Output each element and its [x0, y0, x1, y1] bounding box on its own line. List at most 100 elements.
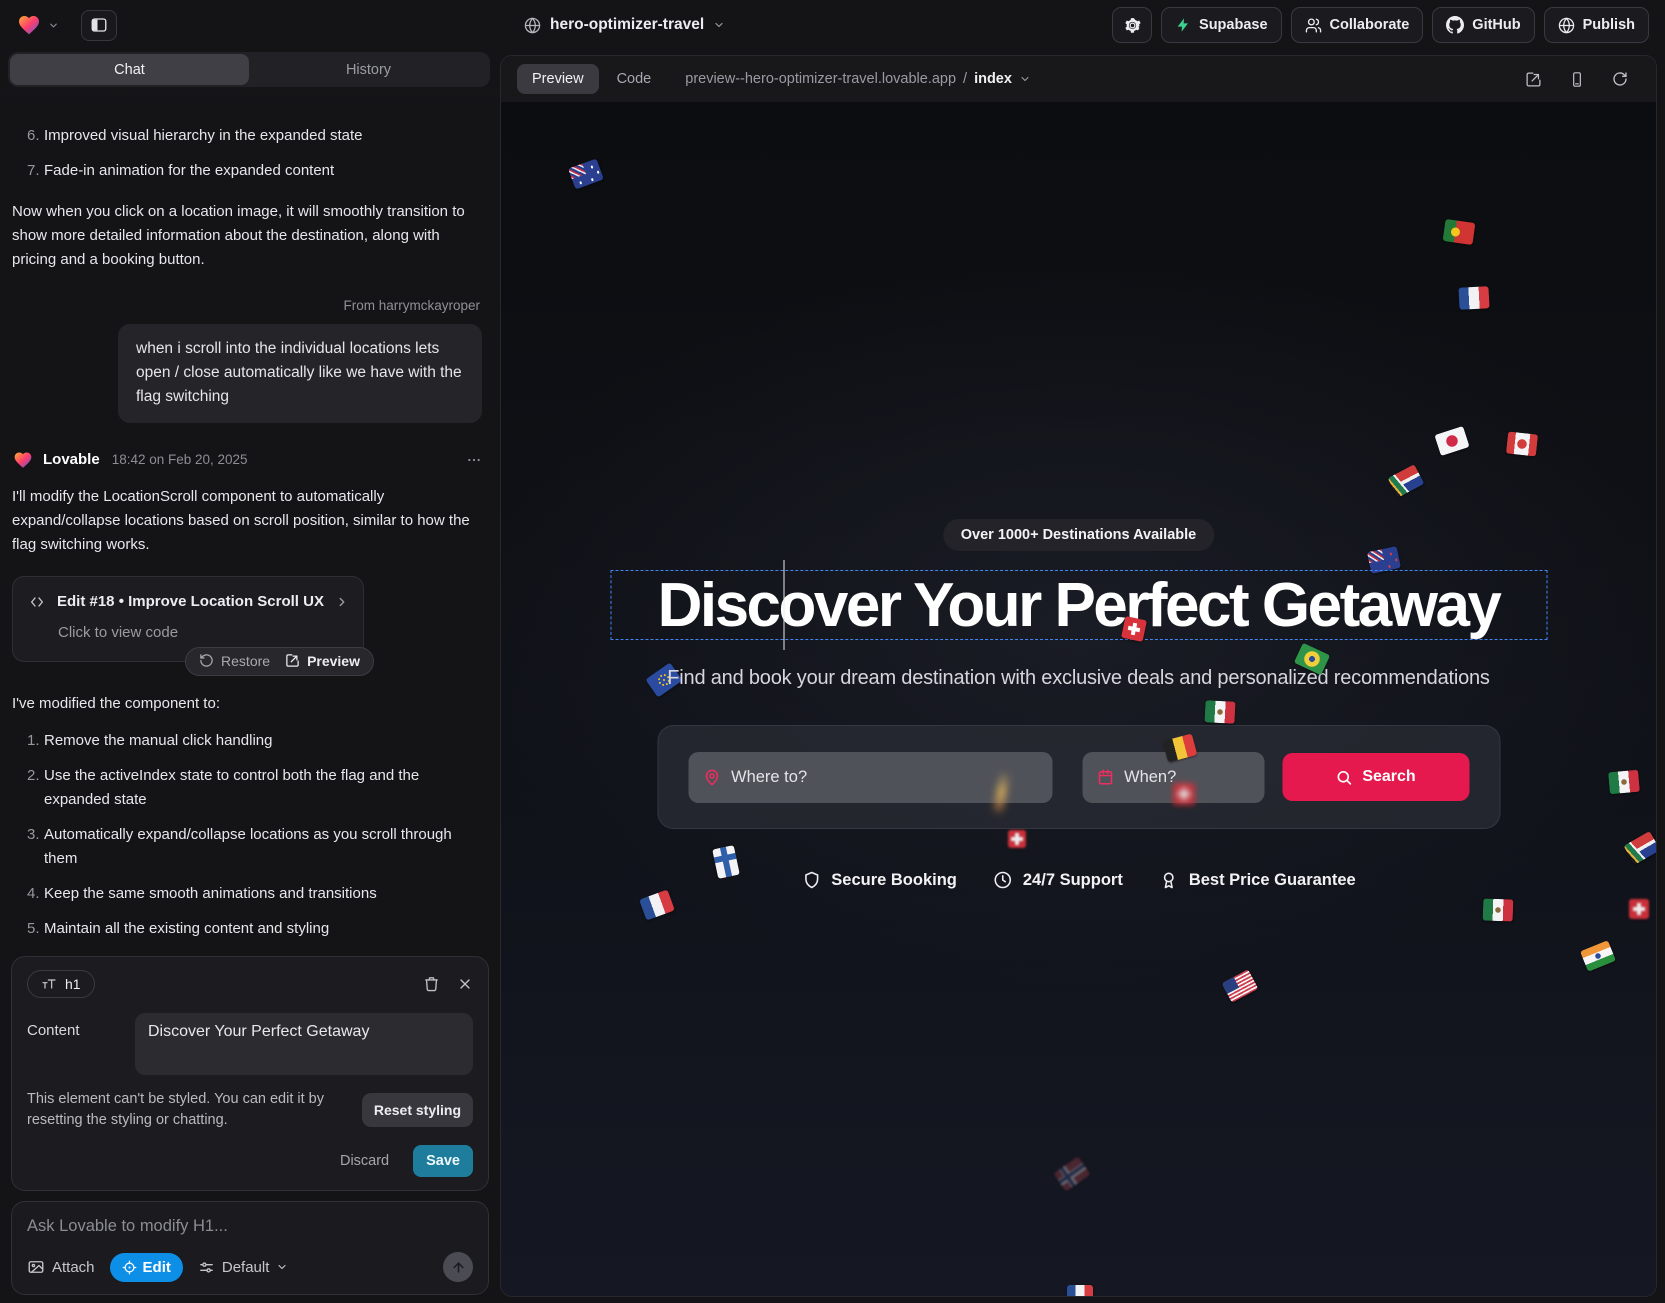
chevron-right-icon	[335, 595, 349, 609]
user-message-bubble: when i scroll into the individual locati…	[118, 324, 482, 422]
chevron-down-icon[interactable]	[48, 20, 59, 31]
chat-numbered-list: 6. Improved visual hierarchy in the expa…	[12, 124, 482, 183]
mode-label: Default	[222, 1259, 270, 1276]
content-textarea[interactable]: Discover Your Perfect Getaway	[135, 1013, 473, 1075]
edit-version-card[interactable]: Edit #18 • Improve Location Scroll UX Cl…	[12, 576, 364, 662]
list-item: Remove the manual click handling	[44, 729, 482, 753]
styling-note: This element can't be styled. You can ed…	[27, 1089, 337, 1133]
flag-switzerland-icon	[1629, 899, 1649, 919]
refresh-icon[interactable]	[1612, 71, 1628, 87]
reset-styling-button[interactable]: Reset styling	[362, 1093, 473, 1127]
flag-switzerland-icon	[1121, 616, 1147, 642]
feature-label: 24/7 Support	[1023, 871, 1123, 890]
tab-preview[interactable]: Preview	[517, 64, 599, 94]
list-item: Improved visual hierarchy in the expande…	[44, 124, 482, 148]
restore-button[interactable]: Restore	[199, 650, 270, 672]
globe-icon	[524, 17, 541, 34]
restore-icon	[199, 653, 214, 668]
flag-norway-icon	[1053, 1156, 1090, 1191]
flag-france-icon	[1458, 286, 1489, 310]
gear-icon	[1123, 16, 1142, 35]
list-number: 7.	[12, 159, 44, 183]
calendar-icon	[1096, 768, 1114, 786]
restore-preview-pill: Restore Preview	[185, 647, 374, 676]
open-external-icon[interactable]	[1525, 71, 1542, 88]
h1-selection-outline[interactable]: Discover Your Perfect Getaway	[610, 570, 1547, 640]
assistant-paragraph: I'll modify the LocationScroll component…	[12, 485, 482, 557]
search-button[interactable]: Search	[1282, 753, 1469, 801]
shield-icon	[801, 870, 821, 890]
list-item: Use the activeIndex state to control bot…	[44, 764, 482, 812]
send-button[interactable]	[443, 1252, 473, 1282]
award-icon	[1159, 870, 1179, 890]
composer-input[interactable]	[27, 1217, 473, 1236]
preview-url-selector[interactable]: preview--hero-optimizer-travel.lovable.a…	[685, 71, 1031, 87]
mobile-view-icon[interactable]	[1569, 71, 1585, 88]
arrow-up-icon	[451, 1260, 466, 1275]
discard-button[interactable]: Discard	[340, 1153, 389, 1169]
message-menu-icon[interactable]	[466, 452, 482, 468]
top-bar: hero-optimizer-travel Supabase Collabora…	[0, 0, 1665, 50]
collaborate-button[interactable]: Collaborate	[1291, 7, 1424, 43]
publish-button[interactable]: Publish	[1544, 7, 1649, 43]
element-tag-label: h1	[65, 976, 81, 992]
list-number: 2.	[12, 764, 44, 812]
chevron-down-icon	[1019, 73, 1031, 85]
preview-panel: Preview Code preview--hero-optimizer-tra…	[500, 55, 1657, 1297]
publish-label: Publish	[1583, 17, 1635, 33]
where-to-input[interactable]	[731, 768, 1038, 787]
tab-code[interactable]: Code	[605, 64, 664, 94]
project-selector[interactable]: hero-optimizer-travel	[524, 16, 725, 34]
attach-label: Attach	[52, 1259, 95, 1276]
sidebar: Chat History 6. Improved visual hierarch…	[0, 50, 500, 1303]
trash-icon[interactable]	[423, 975, 440, 992]
flag-finland-icon	[712, 845, 740, 879]
flag-mexico-icon	[1483, 898, 1514, 921]
supabase-button[interactable]: Supabase	[1161, 7, 1282, 43]
edit-card-subtitle: Click to view code	[58, 621, 349, 645]
preview-button[interactable]: Preview	[285, 650, 360, 672]
settings-button[interactable]	[1112, 7, 1152, 43]
feature-price-guarantee: Best Price Guarantee	[1159, 870, 1356, 890]
feature-secure-booking: Secure Booking	[801, 870, 957, 890]
edit-mode-button[interactable]: Edit	[110, 1253, 183, 1282]
url-separator: /	[963, 71, 967, 87]
location-pin-icon	[702, 768, 721, 787]
search-icon	[1335, 769, 1352, 786]
flag-mexico-icon	[1204, 700, 1235, 724]
list-number: 5.	[12, 917, 44, 941]
collaborate-label: Collaborate	[1330, 17, 1410, 33]
attach-button[interactable]: Attach	[27, 1258, 95, 1276]
save-button[interactable]: Save	[413, 1145, 473, 1177]
close-icon[interactable]	[457, 976, 473, 992]
github-button[interactable]: GitHub	[1432, 7, 1534, 43]
list-item: Maintain all the existing content and st…	[44, 917, 482, 941]
typography-icon	[41, 977, 57, 991]
sidebar-toggle-button[interactable]	[81, 10, 117, 41]
mode-selector[interactable]: Default	[198, 1259, 289, 1276]
tab-chat[interactable]: Chat	[10, 54, 249, 85]
flag-united-states-icon	[1222, 969, 1259, 1003]
clock-icon	[993, 870, 1013, 890]
lovable-logo-icon[interactable]	[16, 13, 42, 37]
preview-toolbar: Preview Code preview--hero-optimizer-tra…	[501, 56, 1656, 102]
restore-label: Restore	[221, 650, 270, 672]
assistant-name: Lovable	[43, 448, 100, 472]
chevron-down-icon	[713, 19, 725, 31]
flag-switzerland-icon	[1173, 783, 1195, 805]
list-item: Keep the same smooth animations and tran…	[44, 882, 482, 906]
assistant-paragraph: Now when you click on a location image, …	[12, 200, 482, 272]
crosshair-icon	[122, 1260, 137, 1275]
url-page: index	[974, 71, 1012, 87]
chevron-down-icon	[276, 1261, 288, 1273]
edit-card-title: Edit #18 • Improve Location Scroll UX	[57, 590, 324, 614]
external-link-icon	[285, 653, 300, 668]
sliders-icon	[198, 1259, 215, 1276]
element-editor-panel: h1 Content Discover Your Perfect Getaway…	[11, 956, 489, 1192]
content-label: Content	[27, 1013, 125, 1075]
tab-history[interactable]: History	[249, 54, 488, 85]
chat-scroll-area[interactable]: 6. Improved visual hierarchy in the expa…	[0, 87, 500, 947]
search-panel: Search	[657, 725, 1500, 829]
flag-portugal-icon	[1443, 219, 1476, 245]
code-icon	[27, 594, 47, 610]
